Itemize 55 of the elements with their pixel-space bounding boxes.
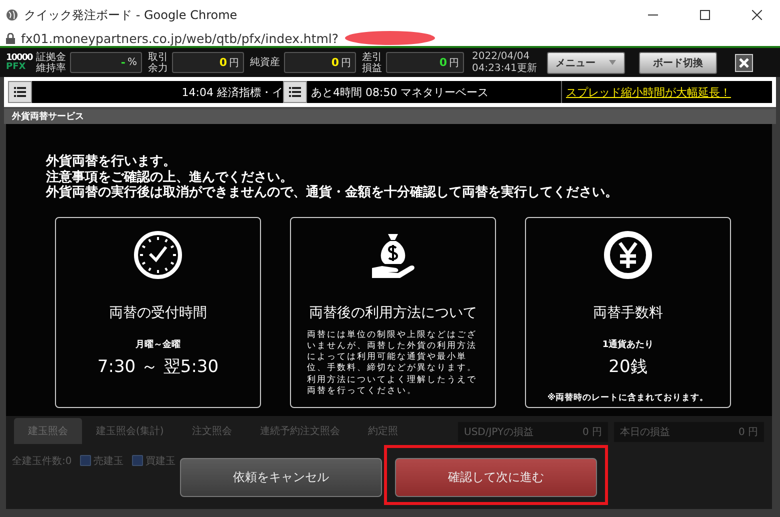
caret-icon: [609, 60, 616, 65]
checkbox[interactable]: [80, 455, 91, 466]
card-title: 両替の受付時間: [109, 304, 207, 322]
stat-label: 取引: [148, 52, 168, 62]
clock-icon: [133, 230, 183, 280]
stat-label: 証拠金: [36, 52, 66, 62]
menu-button[interactable]: [283, 81, 307, 103]
news-ticker-text: あと4時間 08:50 マネタリーベース: [311, 84, 489, 100]
lock-icon: [6, 32, 15, 44]
stat-field: 0 円: [386, 52, 464, 73]
stat-label: 差引: [362, 52, 382, 62]
close-icon: [738, 58, 749, 68]
notice-text: 注意事項をご確認の上、進んでください。: [46, 170, 294, 184]
card-value: 7:30 ～ 翌5:30: [97, 356, 219, 378]
yen-coin-icon: [603, 230, 653, 280]
stat-field: 0 円: [172, 52, 244, 73]
card-description: 利用方法についてよく理解したうえで両替を行ってください。: [307, 374, 478, 396]
card-title: 両替手数料: [593, 304, 663, 322]
stat-label: 余力: [148, 62, 168, 74]
list-icon: [289, 87, 301, 97]
close-icon: [752, 10, 762, 20]
card-title: 両替後の利用方法について: [309, 304, 477, 322]
checkbox[interactable]: [132, 455, 143, 466]
card-description: 両替には単位の制限や上限などはございませんが、両替した外貨の利用方法によっては利用可能な通貨や最小単位、手数料、締切などが異なります。: [307, 330, 478, 374]
list-icon: [14, 87, 26, 97]
position-count: 全建玉件数:0: [12, 454, 72, 468]
stat-label: 維持率: [36, 62, 66, 74]
logo-text: PFX: [6, 62, 27, 72]
card-value: 20銭: [608, 356, 648, 378]
stat-field: 0 円: [284, 52, 356, 73]
pnl-field: 本日の損益 0 円: [614, 422, 764, 442]
stat-label: 純資産: [250, 57, 280, 68]
stat-label: 損益: [362, 62, 382, 74]
close-button[interactable]: [734, 54, 753, 72]
window-title: クイック発注ボード - Google Chrome: [24, 6, 238, 24]
news-ticker-text: 14:04 経済指標・イ: [182, 84, 283, 100]
update-time: 04:23:41更新: [472, 62, 537, 74]
card-note: ※両替時のレートに含まれております。: [547, 392, 709, 404]
card-subtitle: 月曜～金曜: [136, 338, 180, 350]
cancel-button[interactable]: 依頼をキャンセル: [180, 458, 382, 496]
menu-button[interactable]: メニュー: [546, 52, 625, 74]
pnl-field: USD/JPYの損益 0 円: [458, 422, 608, 442]
checkbox-label: 売建玉: [94, 454, 124, 468]
board-switch-button[interactable]: ボード切換: [638, 52, 717, 74]
menu-button[interactable]: [8, 81, 32, 103]
dialog-title: 外貨両替サービス: [12, 110, 84, 123]
maximize-icon: [700, 10, 710, 20]
notice-text: 外貨両替を行います。: [46, 154, 177, 170]
update-time: 2022/04/04: [472, 50, 531, 62]
stat-field: - %: [70, 52, 142, 73]
notice-text: 外貨両替の実行後は取消ができませんので、通貨・金額を十分確認して両替を実行してください。: [46, 185, 619, 200]
confirm-button[interactable]: 確認して次に進む: [395, 458, 597, 496]
logo-text: 10000: [6, 54, 32, 62]
checkbox-label: 買建玉: [146, 454, 176, 468]
card-subtitle: 1通貨あたり: [602, 338, 654, 350]
